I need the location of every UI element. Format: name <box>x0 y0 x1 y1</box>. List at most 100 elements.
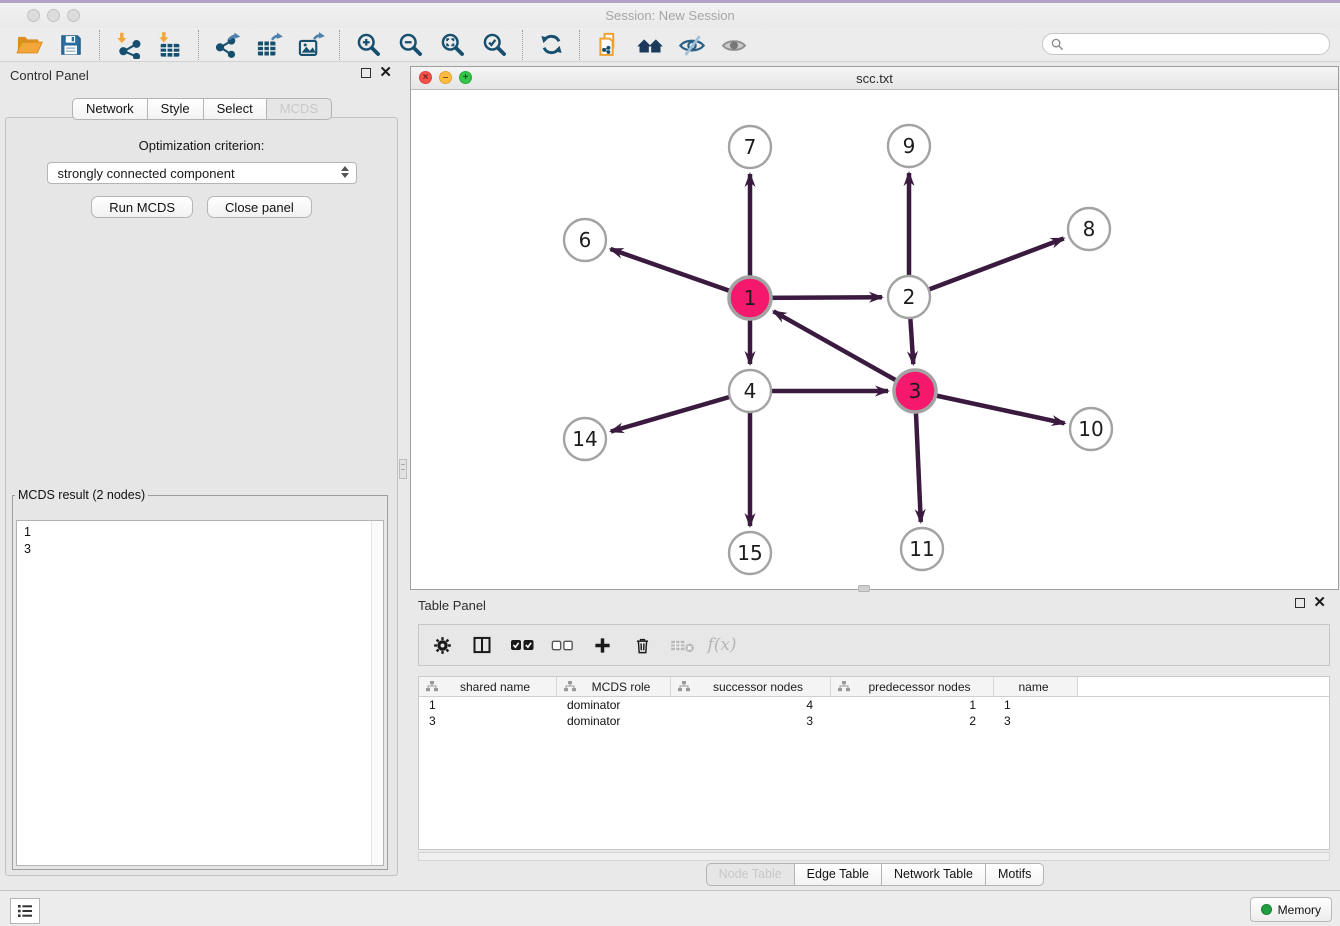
column-header-successor-nodes[interactable]: successor nodes <box>671 677 831 696</box>
float-table-panel-icon[interactable] <box>1295 598 1305 608</box>
tab-motifs[interactable]: Motifs <box>986 863 1044 886</box>
graph-node-7[interactable]: 7 <box>729 126 771 168</box>
tab-edge-table[interactable]: Edge Table <box>795 863 882 886</box>
export-table-icon[interactable] <box>254 30 284 60</box>
tab-network-table[interactable]: Network Table <box>882 863 986 886</box>
copy-network-icon[interactable] <box>593 30 623 60</box>
graph-node-9[interactable]: 9 <box>888 125 930 167</box>
zoom-selected-icon[interactable] <box>479 30 509 60</box>
table-panel-title: Table Panel <box>418 598 486 613</box>
close-panel-icon[interactable]: ✕ <box>379 67 392 79</box>
hierarchy-icon <box>564 681 576 692</box>
network-window-controls[interactable]: × – + <box>419 71 472 84</box>
search-box[interactable] <box>1042 33 1330 55</box>
hide-selected-icon[interactable] <box>677 30 707 60</box>
window-resize-handle[interactable] <box>858 585 870 592</box>
control-panel-title: Control Panel <box>10 68 89 83</box>
column-header-mcds-role[interactable]: MCDS role <box>557 677 671 696</box>
table-cell[interactable]: 4 <box>671 697 831 713</box>
hierarchy-icon <box>838 681 850 692</box>
graph-node-8[interactable]: 8 <box>1068 208 1110 250</box>
add-column-icon[interactable] <box>589 631 615 659</box>
close-network-icon[interactable]: × <box>419 71 432 84</box>
delete-column-icon[interactable] <box>629 631 655 659</box>
graph-edge-2-8[interactable] <box>909 239 1064 298</box>
graph-node-2[interactable]: 2 <box>888 276 930 318</box>
search-input[interactable] <box>1064 34 1329 54</box>
table-row: 3dominator323 <box>419 713 1329 729</box>
save-session-icon[interactable] <box>56 30 86 60</box>
column-header-predecessor-nodes[interactable]: predecessor nodes <box>831 677 994 696</box>
task-list-icon <box>17 904 33 918</box>
criterion-select[interactable]: strongly connected component <box>47 162 357 184</box>
mcds-panel: Optimization criterion: strongly connect… <box>5 117 398 876</box>
table-cell[interactable]: dominator <box>557 697 671 713</box>
graph-edge-3-10[interactable] <box>915 391 1065 423</box>
table-cell[interactable]: 3 <box>994 713 1078 729</box>
table-cell[interactable]: dominator <box>557 713 671 729</box>
refresh-view-icon[interactable] <box>536 30 566 60</box>
table-cell[interactable]: 3 <box>419 713 557 729</box>
deselect-all-icon[interactable] <box>549 631 575 659</box>
column-header-shared-name[interactable]: shared name <box>419 677 557 696</box>
settings-gear-icon[interactable] <box>429 631 455 659</box>
tab-node-table[interactable]: Node Table <box>706 863 795 886</box>
mcds-result-group: MCDS result (2 nodes) 13 <box>12 488 388 870</box>
zoom-in-icon[interactable] <box>353 30 383 60</box>
mcds-result-title: MCDS result (2 nodes) <box>15 488 148 502</box>
search-icon <box>1051 38 1064 51</box>
table-cell[interactable]: 1 <box>994 697 1078 713</box>
table-cell[interactable]: 1 <box>419 697 557 713</box>
float-panel-icon[interactable] <box>361 68 371 78</box>
table-cell[interactable]: 1 <box>831 697 994 713</box>
graph-node-10[interactable]: 10 <box>1070 408 1112 450</box>
open-session-icon[interactable] <box>14 30 44 60</box>
home-icon[interactable] <box>635 30 665 60</box>
table-horizontal-scrollbar[interactable] <box>418 852 1330 861</box>
graph-node-4[interactable]: 4 <box>729 370 771 412</box>
tab-network[interactable]: Network <box>72 98 148 120</box>
task-history-button[interactable] <box>10 898 40 924</box>
split-view-icon[interactable] <box>469 631 495 659</box>
close-panel-button[interactable]: Close panel <box>207 196 312 218</box>
graph-node-1[interactable]: 1 <box>729 277 771 319</box>
svg-text:1: 1 <box>744 286 757 310</box>
mcds-result-lines: 13 <box>17 521 383 560</box>
column-header-name[interactable]: name <box>994 677 1078 696</box>
tab-select[interactable]: Select <box>204 98 267 120</box>
table-cell[interactable]: 3 <box>671 713 831 729</box>
svg-text:7: 7 <box>744 135 757 159</box>
export-network-icon[interactable] <box>212 30 242 60</box>
table-toolbar: f(x) <box>418 624 1330 666</box>
select-all-icon[interactable] <box>509 631 535 659</box>
close-table-panel-icon[interactable]: ✕ <box>1313 597 1326 609</box>
memory-button[interactable]: Memory <box>1250 897 1332 922</box>
graph-node-15[interactable]: 15 <box>729 532 771 574</box>
import-table-icon[interactable] <box>155 30 185 60</box>
optimization-label: Optimization criterion: <box>6 138 397 153</box>
control-panel: Control Panel ✕ NetworkStyleSelectMCDS O… <box>0 62 404 882</box>
network-window: × – + scc.txt 1 2 3 4 6 7 8 9 10 11 14 15 <box>410 66 1339 590</box>
mcds-result-area[interactable]: 13 <box>16 520 384 866</box>
graph-node-14[interactable]: 14 <box>564 418 606 460</box>
tab-mcds[interactable]: MCDS <box>267 98 332 120</box>
zoom-out-icon[interactable] <box>395 30 425 60</box>
graph-edge-3-1[interactable] <box>774 311 916 391</box>
show-all-icon[interactable] <box>719 30 749 60</box>
zoom-fit-icon[interactable] <box>437 30 467 60</box>
export-image-icon[interactable] <box>296 30 326 60</box>
network-window-title: scc.txt <box>856 71 893 86</box>
graph-node-3[interactable]: 3 <box>894 370 936 412</box>
result-scrollbar[interactable] <box>371 521 383 865</box>
maximize-network-icon[interactable]: + <box>459 71 472 84</box>
panel-splitter-handle[interactable] <box>399 459 407 479</box>
run-mcds-button[interactable]: Run MCDS <box>91 196 193 218</box>
graph-node-11[interactable]: 11 <box>901 528 943 570</box>
graph-node-6[interactable]: 6 <box>564 219 606 261</box>
svg-text:3: 3 <box>909 379 922 403</box>
import-network-icon[interactable] <box>113 30 143 60</box>
minimize-network-icon[interactable]: – <box>439 71 452 84</box>
tab-style[interactable]: Style <box>148 98 204 120</box>
table-cell[interactable]: 2 <box>831 713 994 729</box>
network-canvas[interactable]: 1 2 3 4 6 7 8 9 10 11 14 15 <box>411 90 1338 590</box>
